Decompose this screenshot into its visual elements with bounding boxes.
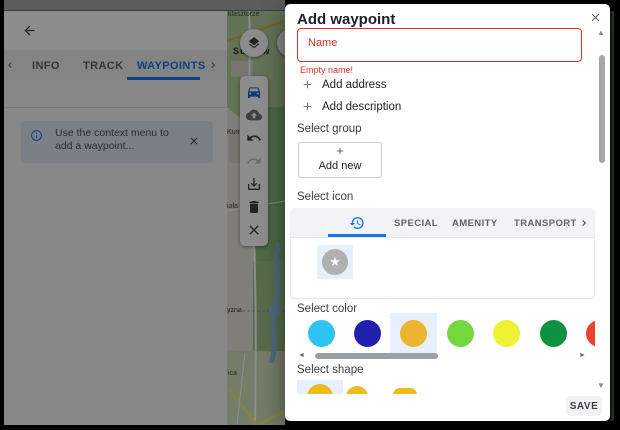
icon-category-tabs: SPECIAL AMENITY TRANSPORT [290,208,595,238]
add-waypoint-dialog: Add waypoint Name Empty name! Add addres… [285,4,610,421]
selected-icon-tile[interactable]: ★ [317,245,353,279]
icon-picker-panel: ★ [290,238,595,299]
icon-tabs-scroll-right-icon[interactable] [578,217,590,229]
color-swatch[interactable] [354,320,381,347]
color-scrollbar[interactable]: ◄ ► [290,352,595,360]
add-address-plus-icon[interactable] [301,78,314,91]
icon-tab-amenity[interactable]: AMENITY [452,218,498,229]
shape-option-circle[interactable] [346,386,368,394]
color-swatch[interactable] [586,320,595,347]
color-swatch[interactable] [540,320,567,347]
select-group-label: Select group [297,123,362,135]
screen: INFO TRACK WAYPOINTS Use the context men… [0,0,620,430]
dialog-scroll-down-icon[interactable]: ▼ [597,381,605,390]
name-input[interactable]: Name [297,28,582,62]
shape-option-square[interactable] [393,388,417,394]
icon-tab-transport[interactable]: TRANSPORT [514,218,576,229]
color-swatch[interactable] [447,320,474,347]
name-error-text: Empty name! [300,65,353,75]
icon-tab-special[interactable]: SPECIAL [394,218,438,229]
add-new-label: Add new [299,159,381,173]
select-icon-label: Select icon [297,191,353,203]
add-description-plus-icon[interactable] [301,100,314,113]
name-input-label: Name [308,37,337,49]
color-scrollbar-thumb[interactable] [315,353,438,359]
add-new-group-button[interactable]: + Add new [298,142,382,178]
add-address-button[interactable]: Add address [322,79,387,91]
dialog-scrollbar-thumb[interactable] [599,55,605,163]
star-icon: ★ [322,249,348,275]
add-new-plus-icon: + [299,143,381,159]
recent-icons-tab-history-icon[interactable] [349,215,365,231]
scroll-left-icon[interactable]: ◄ [298,352,305,360]
color-row [290,312,595,355]
color-swatch[interactable] [308,320,335,347]
dialog-scroll-up-icon[interactable]: ▲ [597,28,605,37]
dialog-close-icon[interactable] [589,11,602,24]
dialog-title: Add waypoint [297,11,395,28]
save-button[interactable]: SAVE [566,396,602,416]
icon-tab-underline [328,234,386,237]
shape-row [290,377,595,394]
add-description-button[interactable]: Add description [322,101,401,113]
color-swatch[interactable] [493,320,520,347]
select-shape-label: Select shape [297,364,364,376]
color-swatch[interactable] [400,320,427,347]
scroll-right-icon[interactable]: ► [579,352,586,360]
